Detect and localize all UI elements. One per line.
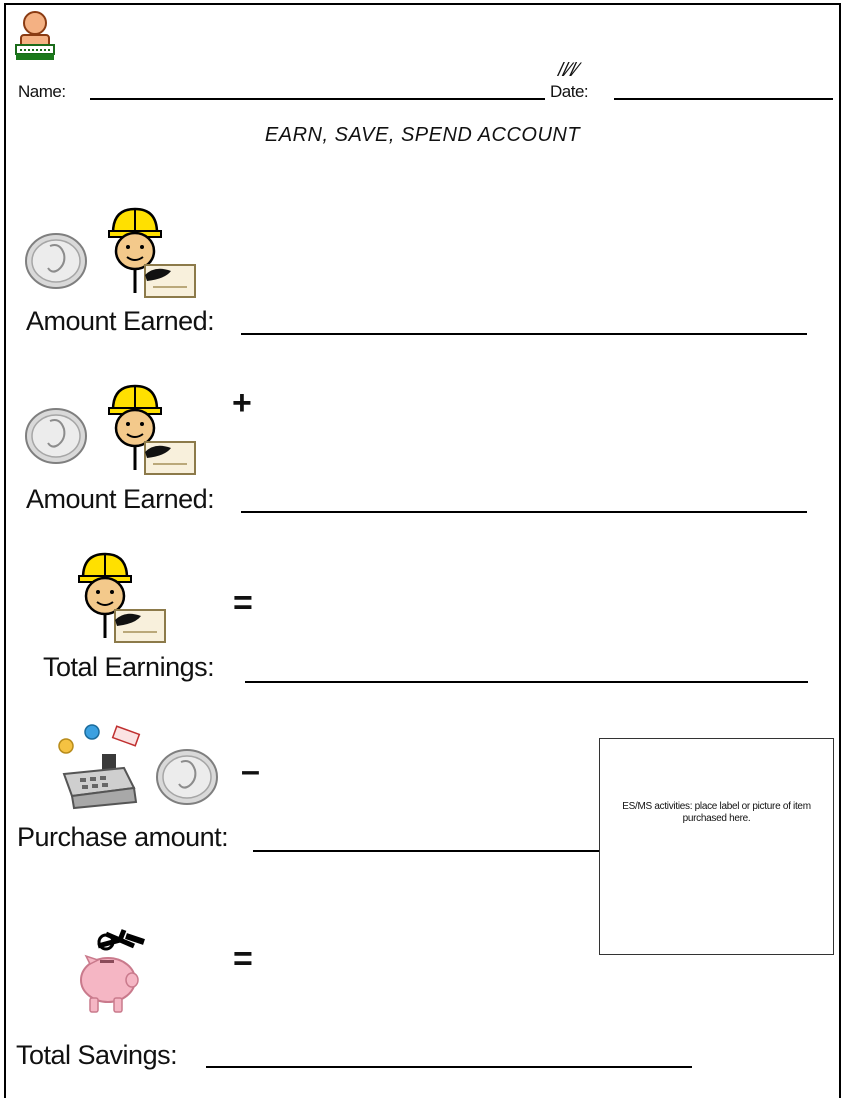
calendar-icon: //⁄/⁄ <box>558 60 578 81</box>
worker-paycheck-icon <box>78 552 166 643</box>
worker-paycheck-icon <box>108 384 196 475</box>
amount-earned-field-2[interactable] <box>241 511 807 513</box>
amount-earned-field-1[interactable] <box>241 333 807 335</box>
coin-icon <box>156 749 218 805</box>
equals-operator: = <box>233 940 253 978</box>
purchase-amount-label: Purchase amount: <box>17 822 229 852</box>
coin-icon <box>25 233 87 289</box>
piggy-bank-icon <box>80 929 145 1013</box>
total-earnings-label: Total Earnings: <box>43 652 215 682</box>
total-savings-label: Total Savings: <box>16 1040 178 1070</box>
coin-icon <box>25 408 87 464</box>
purchased-item-instructions: ES/MS activities: place label or picture… <box>622 801 811 824</box>
worksheet-title: EARN, SAVE, SPEND ACCOUNT <box>264 124 581 146</box>
worker-paycheck-icon <box>108 207 196 298</box>
date-label: Date: <box>550 82 589 101</box>
amount-earned-label-2: Amount Earned: <box>26 484 215 514</box>
name-label: Name: <box>18 82 66 101</box>
equals-operator: = <box>233 584 253 622</box>
plus-operator: + <box>232 384 252 422</box>
purchased-item-placeholder-box[interactable]: ES/MS activities: place label or picture… <box>599 738 834 955</box>
total-savings-field[interactable] <box>206 1066 692 1068</box>
amount-earned-label-1: Amount Earned: <box>26 306 215 336</box>
total-earnings-field[interactable] <box>245 681 808 683</box>
person-at-computer-icon <box>15 11 55 60</box>
purchase-amount-field[interactable] <box>253 850 599 852</box>
date-field[interactable] <box>614 98 833 100</box>
name-field[interactable] <box>90 98 545 100</box>
minus-operator: – <box>241 752 260 790</box>
cash-register-icon <box>58 724 141 810</box>
